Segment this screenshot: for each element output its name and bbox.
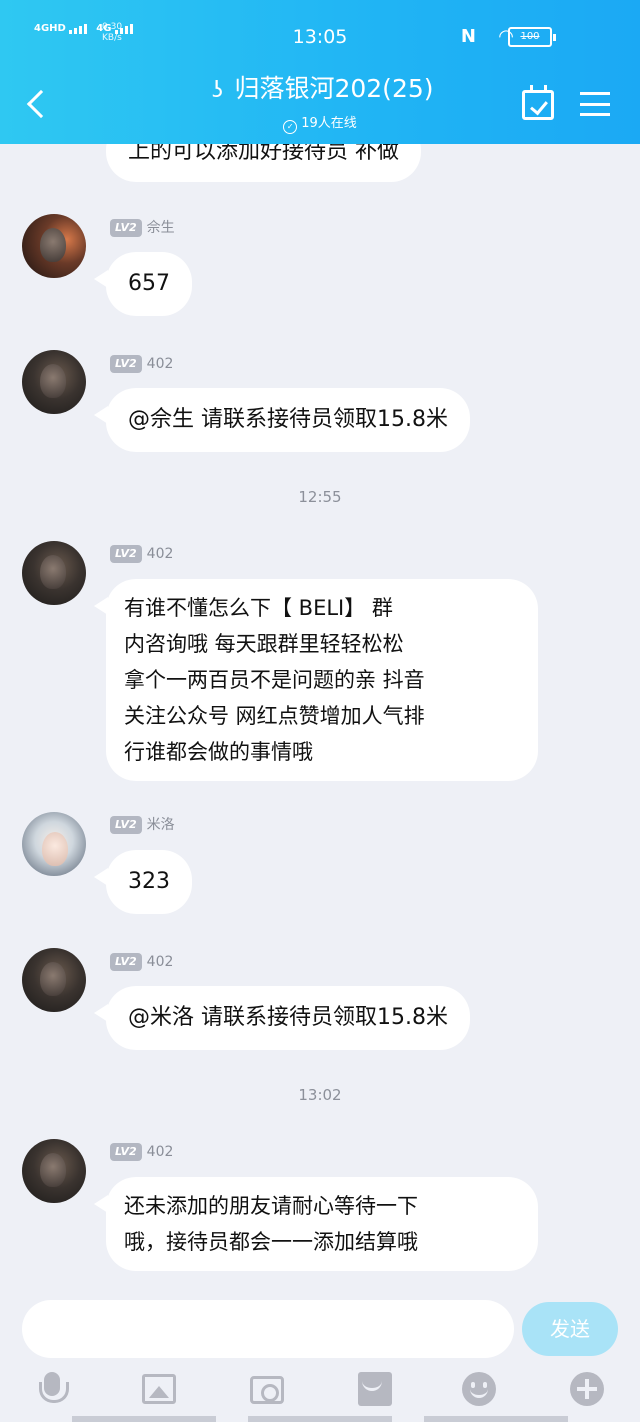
plus-icon[interactable] <box>570 1372 604 1406</box>
message-text: @米洛 请联系接待员领取15.8米 <box>128 1005 448 1030</box>
ear-icon: ʖ <box>211 78 224 103</box>
avatar-face <box>40 555 66 589</box>
camera-icon[interactable] <box>250 1376 284 1404</box>
message-line: 行谁都会做的事情哦 <box>124 740 313 764</box>
message-bubble[interactable]: 657 <box>94 252 192 316</box>
message-input[interactable] <box>22 1300 514 1358</box>
sender-line: LV2 米洛 <box>110 815 175 835</box>
message-list[interactable]: 上的可以添加好接待员 补做 LV2 佘生 657 LV2 402 @佘生 请联系接待… <box>0 144 640 1280</box>
sender-line: LV2 佘生 <box>110 218 175 238</box>
avatar[interactable] <box>22 541 86 605</box>
send-button[interactable]: 发送 <box>522 1302 618 1356</box>
sender-name[interactable]: 402 <box>147 546 174 562</box>
sender-name[interactable]: 402 <box>147 356 174 372</box>
avatar-face <box>40 364 66 398</box>
sender-name[interactable]: 佘生 <box>147 220 175 236</box>
message-line: 拿个一两百员不是问题的亲 抖音 <box>124 668 425 692</box>
online-count: 19人在线 <box>301 116 357 131</box>
message-text: 323 <box>128 869 170 894</box>
menu-icon[interactable] <box>580 92 610 116</box>
chat-title: 归落银河202(25) <box>234 74 434 103</box>
sender-line: LV2 402 <box>110 1142 173 1162</box>
avatar-face <box>40 228 66 262</box>
level-badge: LV2 <box>110 816 142 834</box>
message-bubble[interactable]: 上的可以添加好接待员 补做 <box>106 144 421 182</box>
nfc-icon: N <box>460 26 476 47</box>
message-text: 657 <box>128 271 170 296</box>
chat-header: 4GHD 4G 0.30 KB/s 13:05 N ◠ 100 ʖ 归落银河202… <box>0 0 640 144</box>
level-badge: LV2 <box>110 355 142 373</box>
tab-indicator <box>424 1416 568 1422</box>
sender-name[interactable]: 米洛 <box>147 817 175 833</box>
avatar[interactable] <box>22 214 86 278</box>
message-line: 有谁不懂怎么下【 BELI】 群 <box>124 596 393 620</box>
input-bar: 发送 <box>0 1280 640 1422</box>
sender-name[interactable]: 402 <box>147 1144 174 1160</box>
level-badge: LV2 <box>110 545 142 563</box>
tab-indicator <box>248 1416 392 1422</box>
battery-icon: 100 <box>508 27 556 47</box>
avatar-face <box>40 962 66 996</box>
message-bubble[interactable]: 还未添加的朋友请耐心等待一下 哦，接待员都会一一添加结算哦 <box>94 1177 538 1271</box>
sender-name[interactable]: 402 <box>147 954 174 970</box>
level-badge: LV2 <box>110 953 142 971</box>
avatar[interactable] <box>22 812 86 876</box>
red-packet-icon[interactable] <box>358 1372 392 1406</box>
image-icon[interactable] <box>142 1374 176 1404</box>
level-badge: LV2 <box>110 219 142 237</box>
message-line: 关注公众号 网红点赞增加人气排 <box>124 704 425 728</box>
sender-line: LV2 402 <box>110 544 173 564</box>
message-text: @佘生 请联系接待员领取15.8米 <box>128 407 448 432</box>
message-line: 内咨询哦 每天跟群里轻轻松松 <box>124 632 404 656</box>
message-bubble[interactable]: 有谁不懂怎么下【 BELI】 群 内咨询哦 每天跟群里轻轻松松 拿个一两百员不是… <box>94 579 538 781</box>
timestamp: 12:55 <box>298 488 342 506</box>
message-line: 哦，接待员都会一一添加结算哦 <box>124 1230 418 1254</box>
avatar[interactable] <box>22 948 86 1012</box>
mic-icon[interactable] <box>36 1372 70 1406</box>
message-bubble[interactable]: 323 <box>94 850 192 914</box>
timestamp: 13:02 <box>298 1086 342 1104</box>
message-text: 上的可以添加好接待员 补做 <box>128 144 399 164</box>
avatar[interactable] <box>22 350 86 414</box>
avatar-face <box>40 1153 66 1187</box>
sender-line: LV2 402 <box>110 354 173 374</box>
avatar-face <box>42 832 68 866</box>
online-check-icon: ✓ <box>283 120 298 134</box>
emoji-icon[interactable] <box>462 1372 496 1406</box>
message-line: 还未添加的朋友请耐心等待一下 <box>124 1194 418 1218</box>
message-bubble[interactable]: @米洛 请联系接待员领取15.8米 <box>94 986 470 1050</box>
avatar[interactable] <box>22 1139 86 1203</box>
level-badge: LV2 <box>110 1143 142 1161</box>
calendar-check-icon[interactable] <box>522 85 554 120</box>
tab-indicator <box>72 1416 216 1422</box>
message-bubble[interactable]: @佘生 请联系接待员领取15.8米 <box>94 388 470 452</box>
sender-line: LV2 402 <box>110 952 173 972</box>
status-bar: 4GHD 4G 0.30 KB/s 13:05 N ◠ 100 <box>0 18 640 54</box>
